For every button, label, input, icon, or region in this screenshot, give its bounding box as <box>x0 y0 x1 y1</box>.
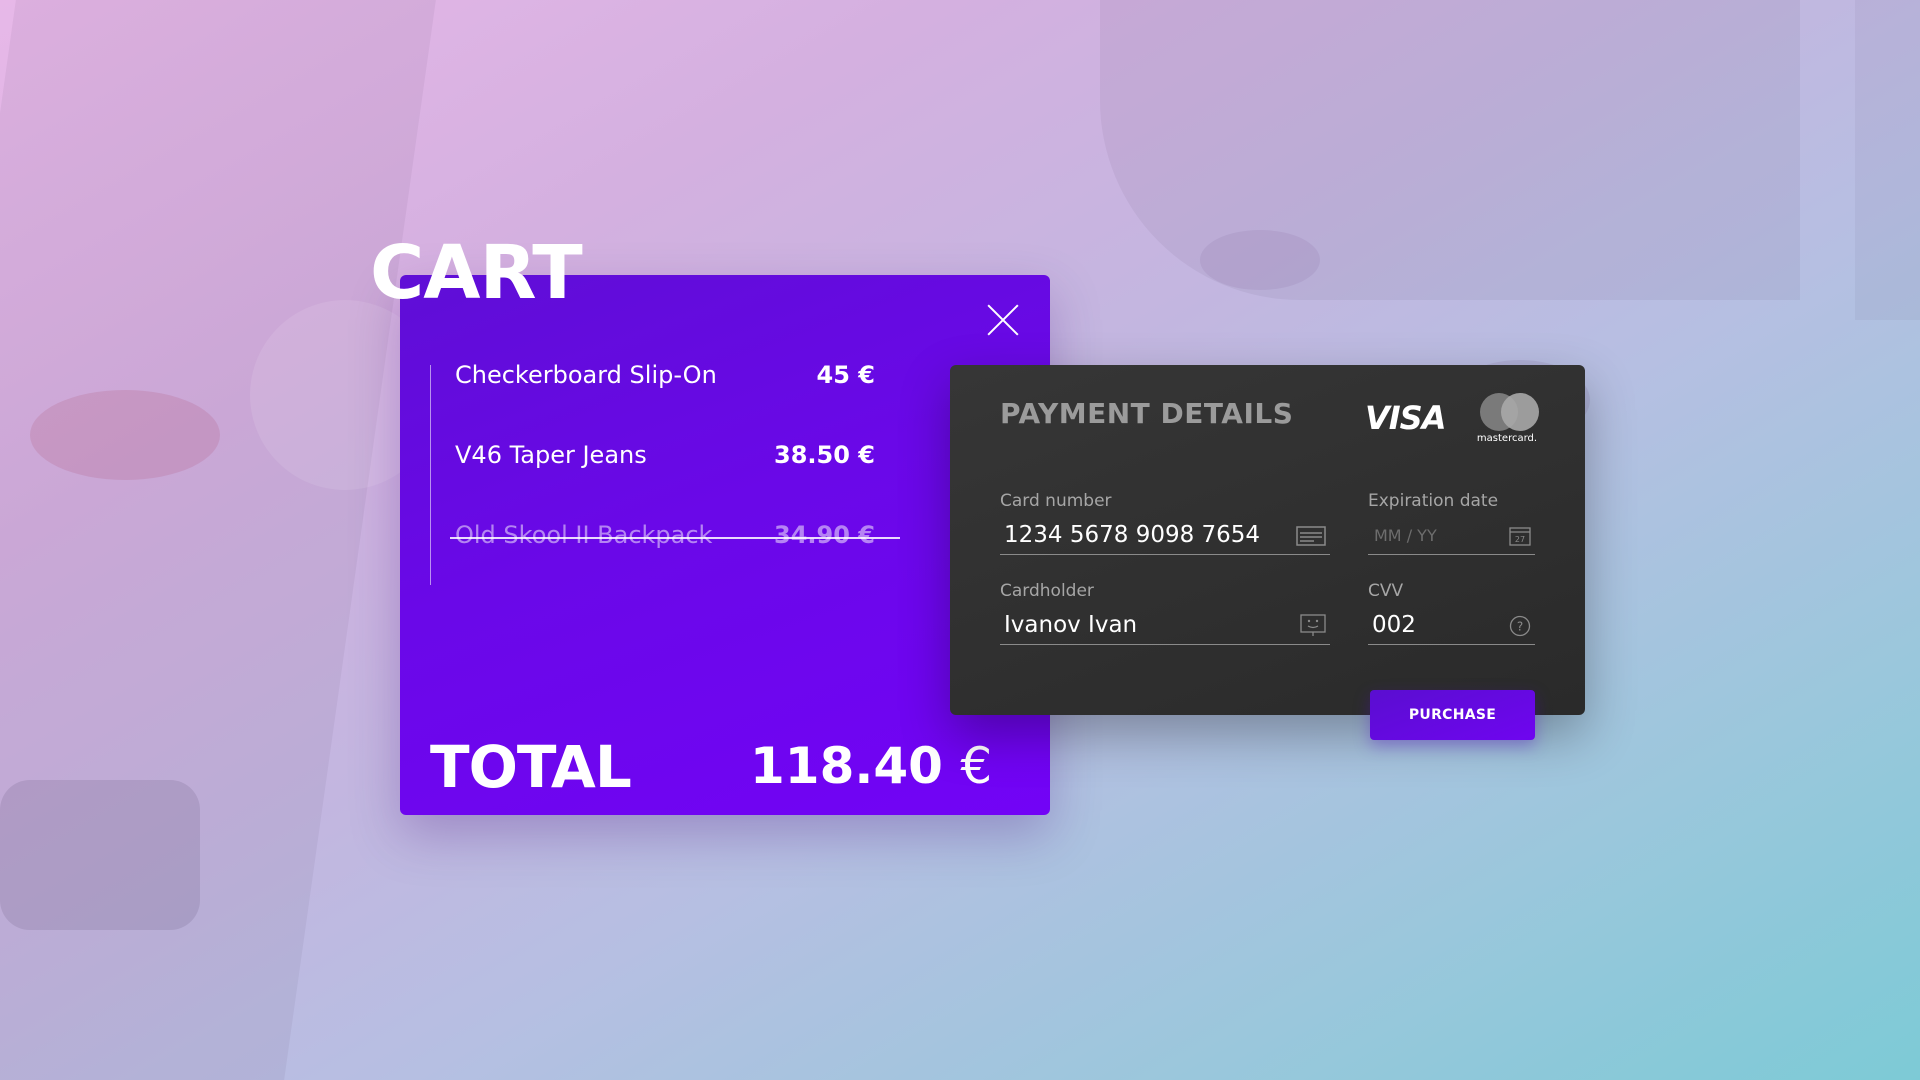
card-icon <box>1296 526 1326 550</box>
item-name: V46 Taper Jeans <box>455 441 647 469</box>
expiration-placeholder: MM / YY <box>1374 526 1437 545</box>
svg-text:?: ? <box>1517 620 1523 634</box>
help-icon[interactable]: ? <box>1509 615 1531 641</box>
item-price: 38.50 € <box>774 441 875 469</box>
background-shape <box>0 780 200 930</box>
card-number-field[interactable]: 1234 5678 9098 7654 <box>1000 520 1330 555</box>
cardholder-field[interactable]: Ivanov Ivan <box>1000 610 1330 645</box>
expiration-label: Expiration date <box>1368 491 1499 511</box>
item-price: 45 € <box>816 361 875 389</box>
mastercard-logo: mastercard. <box>1470 393 1540 451</box>
payment-panel: PAYMENT DETAILS VISA mastercard. Card nu… <box>950 365 1585 740</box>
items-divider <box>430 365 431 585</box>
item-name: Old Skool II Backpack <box>455 521 713 549</box>
visa-logo: VISA <box>1365 399 1446 437</box>
cart-item: V46 Taper Jeans 38.50 € × <box>455 435 985 475</box>
total-amount: 118.40 € <box>750 737 992 795</box>
cart-item-removed: Old Skool II Backpack 34.90 € × <box>450 515 985 555</box>
card-number-label: Card number <box>1000 491 1112 511</box>
cvv-label: CVV <box>1368 581 1404 601</box>
person-card-icon <box>1300 614 1326 642</box>
strikethrough-line <box>450 537 900 539</box>
cardholder-label: Cardholder <box>1000 581 1094 601</box>
close-icon[interactable] <box>986 303 1020 337</box>
payment-title: PAYMENT DETAILS <box>1000 397 1294 430</box>
purchase-button[interactable]: PURCHASE <box>1370 690 1535 740</box>
cvv-value: 002 <box>1372 612 1416 638</box>
background-shape <box>1855 0 1920 320</box>
calendar-day: 27 <box>1515 535 1525 544</box>
total-value: 118.40 <box>750 737 943 795</box>
background-shape <box>1100 0 1800 300</box>
total-currency: € <box>960 737 993 795</box>
expiration-field[interactable]: MM / YY 27 <box>1368 520 1535 555</box>
mastercard-circle-right <box>1501 393 1539 431</box>
calendar-icon: 27 <box>1509 526 1531 550</box>
mastercard-wordmark: mastercard. <box>1476 433 1538 444</box>
cvv-field[interactable]: 002 ? <box>1368 610 1535 645</box>
total-label: TOTAL <box>430 733 632 801</box>
item-price: 34.90 € <box>774 521 875 549</box>
cart-title: CART <box>370 230 583 316</box>
background-shape <box>30 390 220 480</box>
item-name: Checkerboard Slip-On <box>455 361 717 389</box>
cardholder-value: Ivanov Ivan <box>1004 612 1138 638</box>
card-number-value: 1234 5678 9098 7654 <box>1004 522 1261 548</box>
cart-item: Checkerboard Slip-On 45 € × <box>455 355 985 395</box>
